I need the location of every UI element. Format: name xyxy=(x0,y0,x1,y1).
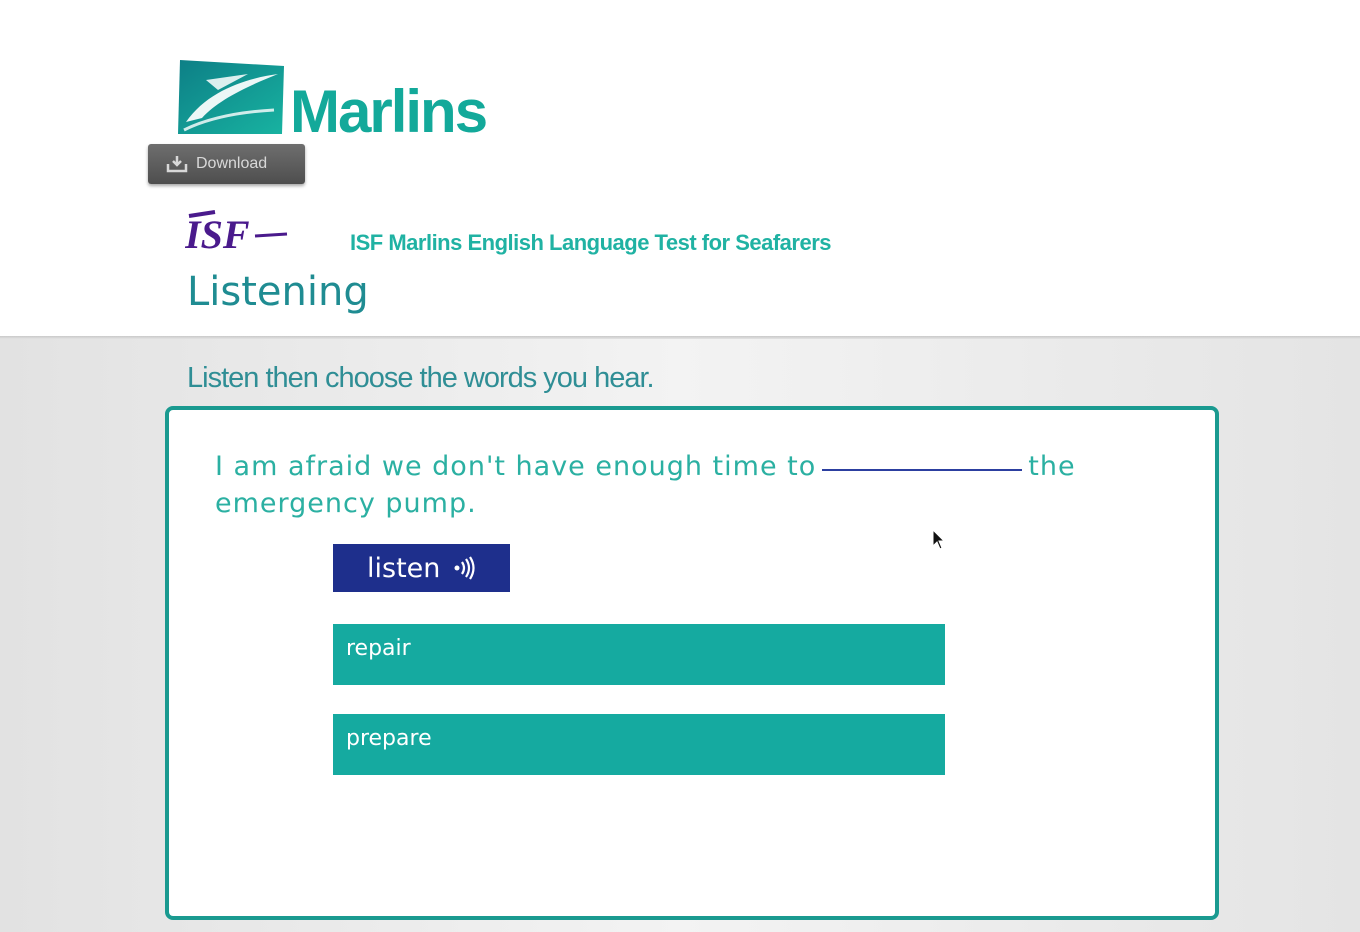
mouse-pointer-icon xyxy=(932,529,946,550)
listen-button[interactable]: listen xyxy=(333,544,510,592)
listen-label: listen xyxy=(367,552,441,584)
test-title: ISF Marlins English Language Test for Se… xyxy=(350,230,832,255)
marlins-logo-text: Marlins xyxy=(290,78,488,145)
download-label: Download xyxy=(196,155,268,172)
section-title: Listening xyxy=(187,269,369,315)
answer-blank xyxy=(822,469,1023,471)
question-sentence: I am afraid we don't have enough time to… xyxy=(215,448,1115,522)
answer-option-label: repair xyxy=(346,636,411,661)
exercise-instruction: Listen then choose the words you hear. xyxy=(187,362,655,394)
sentence-before: I am afraid we don't have enough time to xyxy=(215,451,817,482)
isf-logo-text: ISF xyxy=(185,212,250,256)
isf-logo-icon: ISF xyxy=(185,210,288,256)
download-button[interactable]: Download xyxy=(148,144,305,184)
answer-option-prepare[interactable]: prepare xyxy=(333,714,945,775)
sound-waves-icon xyxy=(454,556,475,580)
download-tray-icon xyxy=(166,156,188,173)
answer-option-repair[interactable]: repair xyxy=(333,624,945,685)
answer-option-label: prepare xyxy=(346,726,432,751)
page-header: Marlins Download ISF ISF Marlins English… xyxy=(0,0,1360,336)
marlins-logo-icon xyxy=(178,60,284,134)
